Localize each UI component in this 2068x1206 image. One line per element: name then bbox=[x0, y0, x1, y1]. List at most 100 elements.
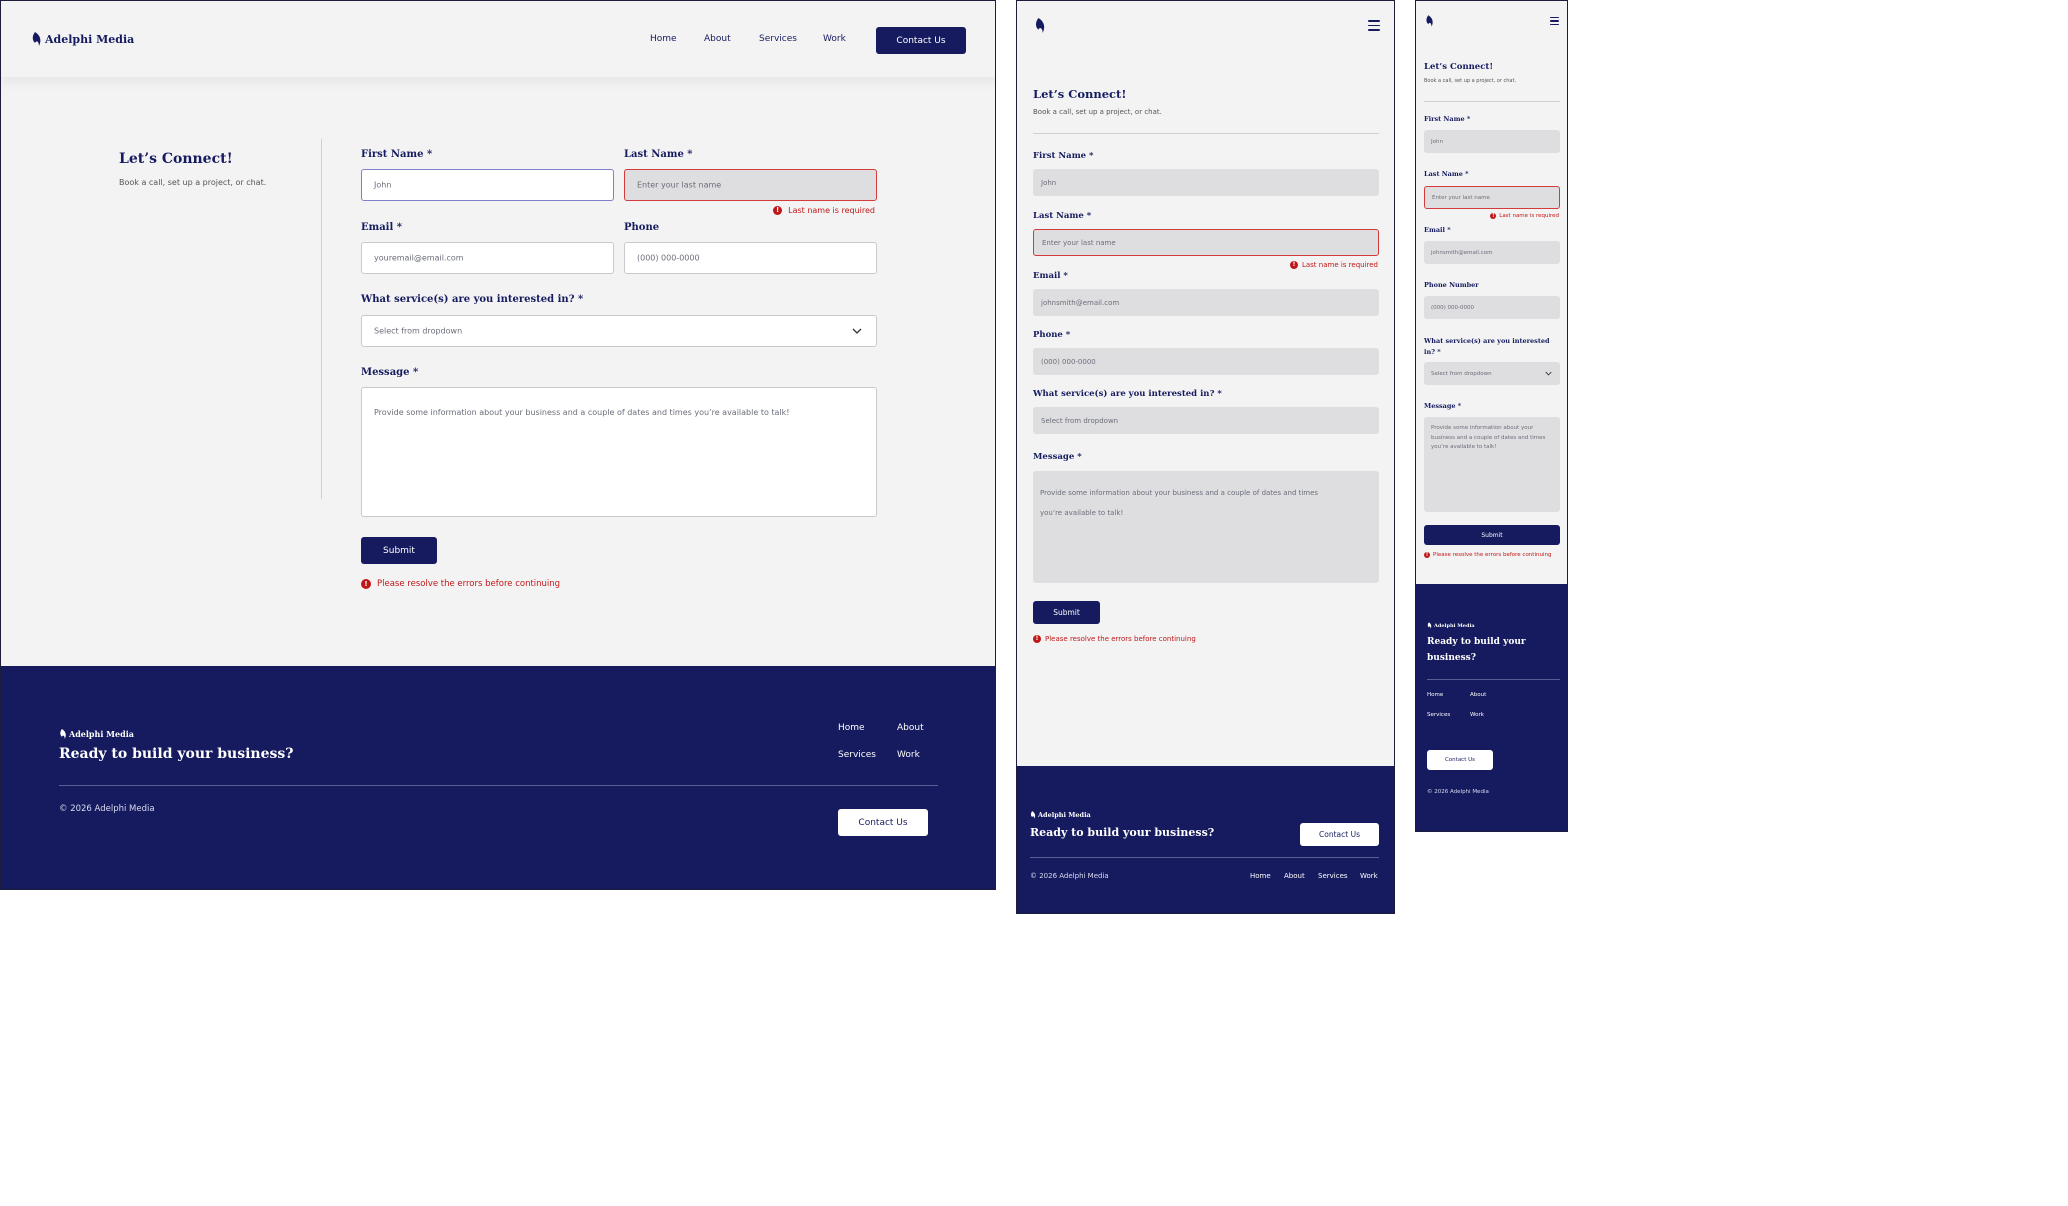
footer-contact-button[interactable]: Contact Us bbox=[1427, 750, 1493, 770]
brand-name: Adelphi Media bbox=[45, 32, 135, 46]
message-textarea[interactable]: Provide some information about your busi… bbox=[361, 387, 877, 517]
intro-divider bbox=[321, 139, 322, 499]
last-name-input[interactable]: Enter your last name bbox=[1424, 186, 1560, 209]
hamburger-menu-icon[interactable] bbox=[1550, 17, 1559, 25]
message-label: Message * bbox=[361, 367, 419, 378]
header-contact-button[interactable]: Contact Us bbox=[876, 27, 966, 54]
footer-link-home[interactable]: Home bbox=[838, 723, 865, 733]
footer-link-services[interactable]: Services bbox=[838, 750, 876, 760]
intro-subtitle: Book a call, set up a project, or chat. bbox=[1033, 108, 1162, 116]
email-label: Email * bbox=[1424, 226, 1451, 234]
last-name-input[interactable]: Enter your last name bbox=[1033, 229, 1379, 256]
last-name-label: Last Name * bbox=[624, 149, 693, 160]
footer-contact-button[interactable]: Contact Us bbox=[1300, 823, 1379, 846]
flame-logo-icon[interactable] bbox=[1034, 18, 1046, 33]
footer-brand[interactable]: Adelphi Media bbox=[59, 729, 134, 739]
chevron-down-icon bbox=[852, 328, 862, 334]
intro-divider bbox=[1424, 101, 1560, 102]
footer-copyright: © 2026 Adelphi Media bbox=[1427, 789, 1489, 795]
footer-copyright: © 2026 Adelphi Media bbox=[59, 804, 155, 814]
message-textarea[interactable]: Provide some information about your busi… bbox=[1424, 417, 1560, 512]
tablet-footer: Adelphi Media Ready to build your busine… bbox=[1017, 766, 1394, 913]
last-name-label: Last Name * bbox=[1424, 170, 1469, 178]
phone-input[interactable]: (000) 000-0000 bbox=[1424, 296, 1560, 319]
last-name-error: ! Last name is required bbox=[773, 206, 875, 215]
footer-divider bbox=[59, 785, 938, 786]
submit-button[interactable]: Submit bbox=[1033, 601, 1100, 624]
nav-work[interactable]: Work bbox=[823, 34, 846, 44]
phone-input[interactable]: (000) 000-0000 bbox=[624, 242, 877, 274]
error-icon: ! bbox=[1033, 635, 1041, 643]
first-name-input[interactable]: John bbox=[361, 169, 614, 201]
footer-contact-button[interactable]: Contact Us bbox=[838, 809, 928, 836]
footer-link-services[interactable]: Services bbox=[1318, 872, 1348, 880]
nav-home[interactable]: Home bbox=[650, 34, 677, 44]
service-select[interactable]: Select from dropdown bbox=[361, 315, 877, 347]
submit-button[interactable]: Submit bbox=[1424, 525, 1560, 545]
service-select[interactable]: Select from dropdown bbox=[1033, 407, 1379, 434]
form-error: ! Please resolve the errors before conti… bbox=[1424, 552, 1552, 558]
footer-copyright: © 2026 Adelphi Media bbox=[1030, 872, 1109, 880]
footer-tagline: Ready to build your business? bbox=[1427, 637, 1526, 663]
service-label: What service(s) are you interested in? * bbox=[361, 294, 584, 305]
desktop-footer: Adelphi Media Ready to build your busine… bbox=[1, 666, 995, 889]
desktop-frame: Adelphi Media Home About Services Work C… bbox=[0, 0, 996, 890]
flame-logo-icon bbox=[1030, 811, 1036, 819]
footer-link-work[interactable]: Work bbox=[1470, 712, 1484, 718]
service-label: What service(s) are you interested in? * bbox=[1424, 337, 1550, 356]
phone-label: Phone bbox=[624, 222, 660, 233]
footer-link-about[interactable]: About bbox=[1284, 872, 1305, 880]
intro-title: Let’s Connect! bbox=[1424, 62, 1494, 72]
email-input[interactable]: youremail@email.com bbox=[361, 242, 614, 274]
intro-title: Let’s Connect! bbox=[1033, 87, 1127, 101]
footer-brand[interactable]: Adelphi Media bbox=[1030, 811, 1091, 819]
flame-logo-icon[interactable] bbox=[1425, 15, 1434, 27]
last-name-input[interactable]: Enter your last name bbox=[624, 169, 877, 201]
first-name-input[interactable]: John bbox=[1033, 169, 1379, 196]
intro-title: Let’s Connect! bbox=[119, 151, 233, 167]
last-name-error: ! Last name is required bbox=[1490, 213, 1559, 219]
footer-divider bbox=[1427, 679, 1560, 680]
footer-brand[interactable]: Adelphi Media bbox=[1427, 622, 1475, 629]
nav-services[interactable]: Services bbox=[759, 34, 797, 44]
mobile-frame: Let’s Connect! Book a call, set up a pro… bbox=[1415, 0, 1568, 832]
email-input[interactable]: johnsmith@email.com bbox=[1033, 289, 1379, 316]
footer-link-services[interactable]: Services bbox=[1427, 712, 1450, 718]
footer-link-work[interactable]: Work bbox=[1360, 872, 1378, 880]
chevron-down-icon bbox=[1545, 371, 1552, 376]
footer-tagline: Ready to build your business? bbox=[1030, 826, 1215, 839]
intro-subtitle: Book a call, set up a project, or chat. bbox=[119, 178, 267, 187]
flame-logo-icon bbox=[1427, 622, 1432, 629]
intro-subtitle: Book a call, set up a project, or chat. bbox=[1424, 78, 1517, 84]
footer-link-home[interactable]: Home bbox=[1250, 872, 1271, 880]
first-name-label: First Name * bbox=[361, 149, 433, 160]
first-name-input[interactable]: John bbox=[1424, 130, 1560, 153]
message-textarea[interactable]: Provide some information about your busi… bbox=[1033, 471, 1379, 583]
message-label: Message * bbox=[1424, 402, 1462, 410]
submit-button[interactable]: Submit bbox=[361, 537, 437, 564]
error-icon: ! bbox=[773, 206, 783, 215]
brand-logo[interactable]: Adelphi Media bbox=[31, 32, 134, 46]
footer-link-about[interactable]: About bbox=[1470, 692, 1486, 698]
message-label: Message * bbox=[1033, 452, 1082, 462]
footer-link-work[interactable]: Work bbox=[897, 750, 920, 760]
email-input[interactable]: johnsmith@email.com bbox=[1424, 241, 1560, 264]
hamburger-menu-icon[interactable] bbox=[1368, 20, 1380, 31]
phone-label: Phone * bbox=[1033, 330, 1071, 340]
footer-link-home[interactable]: Home bbox=[1427, 692, 1443, 698]
footer-link-about[interactable]: About bbox=[897, 723, 924, 733]
intro-divider bbox=[1033, 133, 1379, 134]
service-select[interactable]: Select from dropdown bbox=[1424, 362, 1560, 385]
email-label: Email * bbox=[361, 222, 402, 233]
phone-input[interactable]: (000) 000-0000 bbox=[1033, 348, 1379, 375]
last-name-error: ! Last name is required bbox=[1289, 261, 1378, 269]
flame-logo-icon bbox=[32, 32, 41, 46]
error-icon: ! bbox=[361, 579, 371, 589]
first-name-label: First Name * bbox=[1033, 151, 1094, 161]
email-label: Email * bbox=[1033, 271, 1068, 281]
first-name-label: First Name * bbox=[1424, 115, 1471, 123]
error-icon: ! bbox=[1490, 213, 1497, 219]
nav-about[interactable]: About bbox=[704, 34, 731, 44]
footer-divider bbox=[1030, 857, 1379, 858]
form-error: ! Please resolve the errors before conti… bbox=[361, 579, 560, 589]
